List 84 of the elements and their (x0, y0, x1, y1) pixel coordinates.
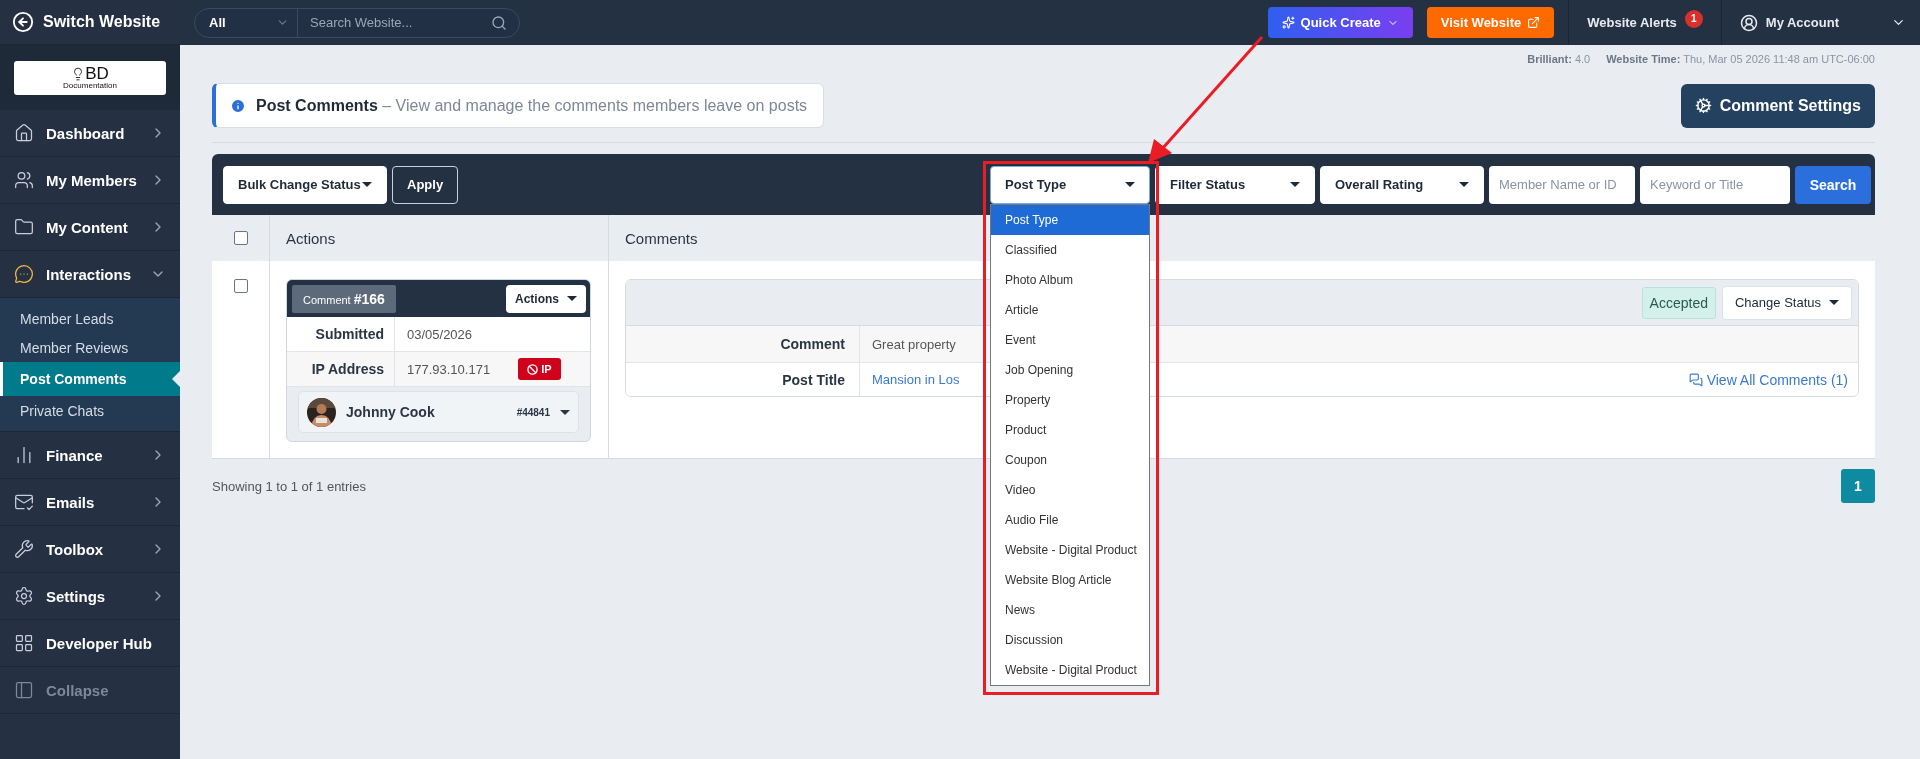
member-id: #44841 (516, 406, 550, 418)
field-value: 03/05/2026 (407, 326, 473, 342)
submenu-item[interactable]: Post Comments (0, 362, 180, 396)
logo[interactable]: BD Documentation (14, 60, 166, 95)
grid-icon (14, 633, 34, 653)
submenu-item[interactable]: Member Leads (0, 304, 180, 333)
quick-create-button[interactable]: Quick Create (1267, 7, 1413, 38)
change-status-button[interactable]: Change Status (1722, 285, 1852, 320)
house-icon (14, 123, 34, 143)
external-link-icon (1527, 16, 1541, 29)
field-label: Submitted (287, 317, 395, 351)
tools-icon (14, 539, 34, 559)
scope-select[interactable]: All (195, 8, 298, 37)
sidebar-item[interactable]: Settings (0, 573, 180, 620)
view-all-comments-link[interactable]: View All Comments (1) (1688, 371, 1848, 388)
apply-button[interactable]: Apply (392, 165, 459, 204)
search-button[interactable]: Search (1795, 165, 1871, 204)
logo-caption: Documentation (63, 82, 117, 90)
block-ip-button[interactable]: IP (518, 358, 561, 380)
logo-text: BD (85, 65, 109, 82)
member-name: Johnny Cook (346, 404, 436, 420)
entries-summary: Showing 1 to 1 of 1 entries (212, 478, 366, 494)
caret-icon (1829, 300, 1839, 305)
settings-icon (14, 586, 34, 606)
caret-icon (362, 182, 372, 187)
gears-icon (1694, 97, 1712, 114)
envelope-icon (14, 492, 34, 512)
website-alerts-link[interactable]: Website Alerts (1587, 15, 1677, 30)
column-header: Actions (286, 229, 336, 247)
post-title-link[interactable]: Mansion in Los (872, 372, 960, 387)
people-icon (14, 170, 34, 190)
user-avatar-icon (1739, 13, 1758, 32)
comment-text: Great property (872, 336, 956, 352)
caret-icon (567, 296, 577, 301)
page-button[interactable]: 1 (1841, 469, 1875, 503)
search-icon[interactable] (491, 14, 507, 31)
caret-icon[interactable] (560, 409, 570, 415)
sidebar-panel-icon (14, 680, 34, 700)
page-header-text: Post Comments – View and manage the comments members leave on posts (256, 96, 808, 115)
comment-id-label: Comment #166 (292, 284, 396, 313)
sidebar-item[interactable]: My Content (0, 204, 180, 251)
submenu-item[interactable]: Private Chats (0, 396, 180, 425)
sidebar-item[interactable]: Dashboard (0, 110, 180, 157)
submenu-item[interactable]: Member Reviews (0, 333, 180, 362)
filter-input[interactable]: Member Name or ID (1489, 165, 1635, 204)
alert-count-badge: 1 (1684, 9, 1703, 28)
select-all-checkbox[interactable] (233, 231, 248, 245)
active-notch-icon (172, 371, 180, 387)
sidebar-item[interactable]: Developer Hub (0, 620, 180, 667)
field-label: Post Title (626, 363, 860, 396)
my-account-link[interactable]: My Account (1765, 15, 1839, 30)
sidebar-item[interactable]: Emails (0, 479, 180, 526)
chat-bubbles-icon (1688, 372, 1703, 387)
member-chip[interactable]: Johnny Cook #44841 (298, 391, 579, 433)
filter-select[interactable]: Overall Rating (1320, 165, 1484, 204)
info-icon (230, 97, 246, 114)
column-header: Comments (625, 229, 698, 247)
ban-icon (527, 363, 539, 375)
sidebar-item[interactable]: Toolbox (0, 526, 180, 573)
actions-button[interactable]: Actions (506, 284, 586, 313)
field-label: Comment (626, 326, 860, 362)
info-text: Brilliant: 4.0 (1527, 53, 1591, 67)
sidebar-item[interactable]: Collapse (0, 667, 180, 714)
sidebar-item[interactable]: Finance (0, 432, 180, 479)
filter-select[interactable]: Post Type (990, 165, 1150, 204)
field-label: IP Address (287, 352, 395, 386)
caret-icon (1290, 182, 1300, 187)
sidebar-item[interactable]: My Members (0, 157, 180, 204)
caret-icon (1459, 182, 1469, 187)
bulk-status-select[interactable]: Bulk Change Status (223, 165, 387, 204)
folder-icon (14, 217, 34, 237)
caret-icon (1125, 182, 1135, 187)
field-value: 177.93.10.171 (407, 361, 491, 377)
row-checkbox[interactable] (233, 279, 248, 293)
filter-input[interactable]: Keyword or Title (1640, 165, 1790, 204)
search-field[interactable]: All Search Website... (194, 7, 520, 38)
search-placeholder: Search Website... (310, 15, 413, 30)
chat-bubble-icon (14, 264, 34, 284)
comment-settings-button[interactable]: Comment Settings (1680, 83, 1875, 128)
dropdown-option[interactable]: Post Type (991, 204, 1149, 235)
status-badge: Accepted (1641, 286, 1716, 319)
filter-select[interactable]: Filter Status (1155, 165, 1315, 204)
info-text: Website Time: Thu, Mar 05 2026 11:48 am UTC-06:00 (1606, 53, 1875, 67)
sparkle-icon (1281, 16, 1295, 29)
